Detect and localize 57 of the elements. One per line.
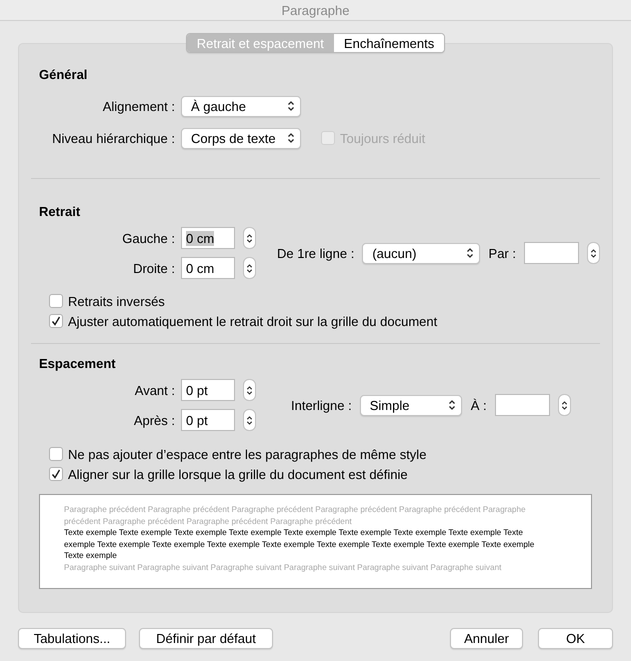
input-field[interactable]: 0 cm — [181, 257, 235, 279]
checkbox-label: Ne pas ajouter d’espace entre les paragraphes de même style — [68, 446, 426, 462]
updown-chevron-icon — [287, 132, 295, 144]
updown-chevron-icon — [246, 262, 253, 274]
popup-button[interactable]: Corps de texte — [181, 128, 301, 148]
dialog-button[interactable]: OK — [538, 628, 613, 649]
stepper[interactable] — [243, 409, 256, 431]
preview-text: Paragraphe suivant Paragraphe suivant Paragraphe suivant Paragraphe suivant Paragraphe suivant Paragraphe suivant — [64, 562, 502, 574]
checkbox[interactable] — [49, 314, 63, 328]
updown-chevron-icon — [466, 247, 474, 259]
stepper[interactable] — [243, 257, 256, 279]
popup-button[interactable]: (aucun) — [362, 242, 480, 264]
updown-chevron-icon — [287, 100, 295, 112]
checkbox-label: Retraits inversés — [68, 294, 165, 308]
input-field[interactable] — [524, 242, 580, 264]
section-heading: Général — [39, 66, 88, 84]
field-label: Par : — [488, 246, 517, 260]
checkbox-label: Ajuster automatiquement le retrait droit sur la grille du document — [68, 314, 438, 328]
field-label: De 1re ligne : — [277, 246, 356, 260]
preview-text: Texte exemple Texte exemple Texte exemple Texte exemple Texte exemple Texte exemple Texte exemple Texte exemple Texte exemple Texte exemple Texte exemple Texte exemple Texte exemple Texte exemple Texte exemple Texte exemple Texte exemple Texte exemple — [64, 527, 536, 562]
field-label: Gauche : — [121, 230, 176, 246]
checkbox[interactable] — [49, 294, 63, 308]
input-field[interactable]: 0 pt — [181, 409, 235, 431]
updown-chevron-icon — [448, 399, 456, 411]
checkbox-label: Aligner sur la grille lorsque la grille du document est définie — [68, 466, 408, 482]
updown-chevron-icon — [590, 246, 598, 260]
field-label: À : — [470, 398, 488, 412]
section-heading: Retrait — [39, 203, 82, 221]
popup-button[interactable]: À gauche — [181, 96, 301, 116]
stepper[interactable] — [587, 242, 600, 264]
tab[interactable]: Enchaînements — [334, 34, 444, 52]
input-field[interactable] — [494, 394, 550, 416]
field-label: Niveau hiérarchique : — [51, 130, 176, 146]
dialog-button[interactable]: Tabulations... — [18, 628, 126, 649]
field-label: Interligne : — [291, 398, 353, 412]
checkbox-label: Toujours réduit — [340, 130, 426, 146]
dialog-button[interactable]: Annuler — [450, 628, 523, 649]
field-label: Après : — [132, 412, 176, 428]
preview-text: Paragraphe précédent Paragraphe précédent Paragraphe précédent Paragraphe précédent Paragraphe précédent Paragraphe précédent Paragraphe précédent Paragraphe précédent Paragraphe précédent — [64, 504, 527, 528]
stepper[interactable] — [243, 227, 256, 249]
section-heading: Espacement — [39, 355, 117, 373]
field-label: Droite : — [132, 260, 176, 276]
updown-chevron-icon — [560, 398, 568, 412]
checkbox[interactable] — [49, 467, 63, 481]
stepper[interactable] — [243, 379, 256, 401]
checkbox[interactable] — [49, 447, 63, 461]
field-label: Avant : — [134, 382, 176, 398]
dialog-button[interactable]: Définir par défaut — [139, 628, 273, 649]
updown-chevron-icon — [246, 414, 253, 426]
field-label: Alignement : — [102, 98, 176, 114]
stepper[interactable] — [558, 394, 571, 416]
updown-chevron-icon — [246, 384, 253, 396]
input-field[interactable]: 0 pt — [181, 379, 235, 401]
window-title: Paragraphe — [282, 2, 350, 18]
input-field[interactable]: 0 cm — [181, 227, 235, 249]
popup-button[interactable]: Simple — [360, 394, 462, 416]
updown-chevron-icon — [246, 232, 253, 244]
